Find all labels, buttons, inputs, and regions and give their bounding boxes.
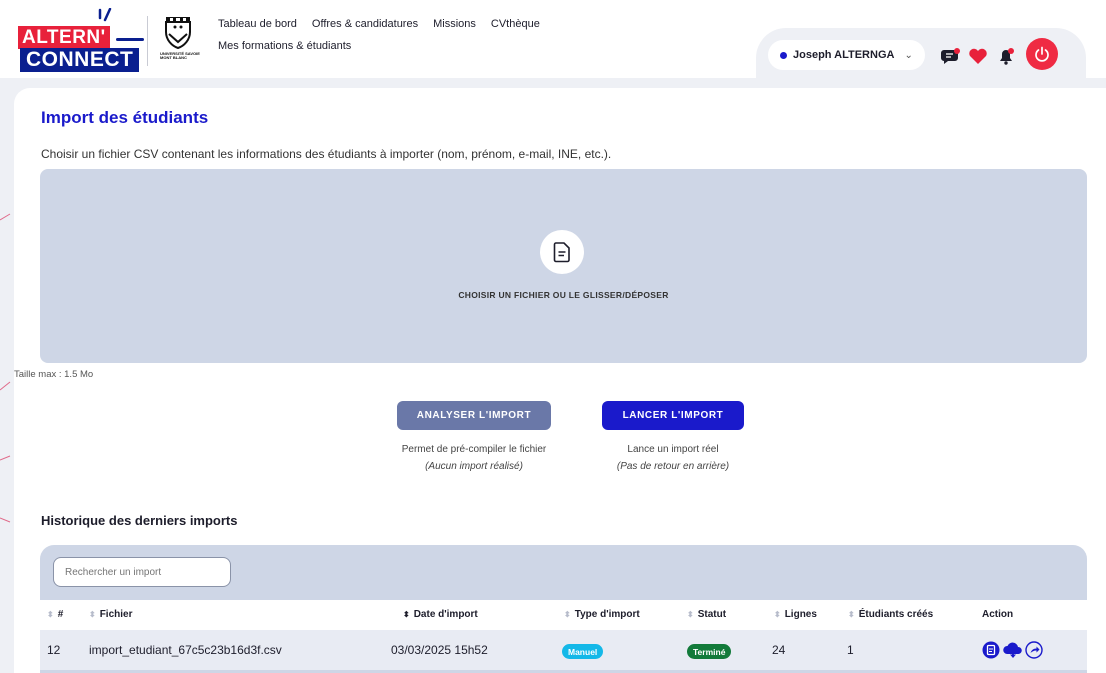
launch-hint-note: (Pas de retour en arrière): [616, 461, 730, 472]
cell-file: import_etudiant_67c5c23b16d3f.csv: [89, 643, 282, 657]
analyse-hint: Permet de pré-compiler le fichier (Aucun…: [374, 441, 574, 475]
sort-icon: ⬍: [89, 610, 96, 619]
dropzone-label: CHOISIR UN FICHIER OU LE GLISSER/DÉPOSER: [458, 290, 669, 300]
table-row: 12 import_etudiant_67c5c23b16d3f.csv 03/…: [40, 630, 1087, 670]
sort-icon: ⬍: [47, 610, 54, 619]
sort-icon: ⬍: [687, 610, 694, 619]
col-date[interactable]: ⬍ Date d'import: [403, 609, 478, 620]
col-created[interactable]: ⬍ Étudiants créés: [848, 609, 933, 620]
cell-lines: 24: [772, 643, 786, 657]
max-size-note: Taille max : 1.5 Mo: [14, 369, 94, 380]
col-type[interactable]: ⬍ Type d'import: [564, 609, 640, 620]
document-icon[interactable]: [982, 641, 1000, 659]
analyse-import-button[interactable]: ANALYSER L'IMPORT: [397, 401, 551, 430]
chevron-down-icon: ⌄: [904, 49, 913, 61]
share-icon[interactable]: [1025, 641, 1043, 659]
col-id[interactable]: ⬍ #: [47, 609, 63, 620]
cell-created: 1: [847, 643, 854, 657]
university-crest-icon: [165, 17, 191, 50]
page-description: Choisir un fichier CSV contenant les inf…: [41, 147, 612, 161]
university-logo: UNIVERSITÉ SAVOIE MONT BLANC: [158, 14, 202, 70]
logo-spark-icon: [98, 8, 112, 22]
search-import-input[interactable]: [53, 557, 231, 587]
analyse-hint-note: (Aucun import réalisé): [425, 461, 523, 472]
col-action: Action: [982, 609, 1014, 620]
import-card: Import des étudiants Choisir un fichier …: [14, 88, 1106, 673]
sort-icon: ⬍: [564, 610, 571, 619]
side-decoration: [0, 213, 11, 523]
launch-hint-text: Lance un import réel: [627, 444, 719, 455]
user-status-dot: [780, 51, 787, 59]
user-name: Joseph ALTERNGA: [793, 49, 895, 61]
chat-icon[interactable]: [938, 44, 962, 68]
user-menu[interactable]: Joseph ALTERNGA ⌄: [768, 40, 925, 70]
launch-hint: Lance un import réel (Pas de retour en a…: [573, 441, 773, 475]
history-title: Historique des derniers imports: [41, 513, 238, 528]
main-nav: Tableau de bord Offres & candidatures Mi…: [218, 18, 540, 62]
altern-connect-logo[interactable]: ALTERN' CONNECT: [18, 8, 144, 74]
nav-missions[interactable]: Missions: [433, 18, 476, 30]
heart-icon[interactable]: [966, 44, 990, 68]
user-area: Joseph ALTERNGA ⌄: [756, 28, 1086, 78]
cell-id: 12: [47, 643, 61, 657]
history-table: ⬍# ⬍Fichier ⬍Date d'import ⬍Type d'impor…: [40, 545, 1087, 673]
file-dropzone[interactable]: CHOISIR UN FICHIER OU LE GLISSER/DÉPOSER: [40, 169, 1087, 363]
sort-desc-icon: ⬍: [403, 610, 410, 619]
cell-date: 03/03/2025 15h52: [391, 643, 488, 657]
col-lines[interactable]: ⬍ Lignes: [774, 609, 817, 620]
status-badge: Terminé: [687, 644, 732, 659]
nav-offers[interactable]: Offres & candidatures: [312, 18, 418, 30]
nav-dashboard[interactable]: Tableau de bord: [218, 18, 297, 30]
cloud-download-icon[interactable]: [1002, 641, 1024, 659]
sort-icon: ⬍: [774, 610, 781, 619]
col-status[interactable]: ⬍ Statut: [687, 609, 726, 620]
logo-dash: [116, 38, 144, 41]
type-badge: Manuel: [562, 644, 604, 659]
page-title: Import des étudiants: [41, 108, 209, 127]
top-header: ALTERN' CONNECT UNIVERSITÉ SAVOIE MONT B…: [0, 0, 1106, 78]
col-file[interactable]: ⬍ Fichier: [89, 609, 133, 620]
university-name: UNIVERSITÉ SAVOIE MONT BLANC: [160, 51, 200, 60]
launch-import-button[interactable]: LANCER L'IMPORT: [602, 401, 744, 430]
file-icon: [540, 230, 584, 274]
logo-line1: ALTERN': [18, 26, 110, 49]
table-header: ⬍ # ⬍ Fichier ⬍ Date d'import ⬍ Type d'impor…: [40, 600, 1087, 630]
nav-formations[interactable]: Mes formations & étudiants: [218, 40, 351, 52]
nav-cvtheque[interactable]: CVthèque: [491, 18, 540, 30]
bell-icon[interactable]: [994, 44, 1018, 68]
power-icon[interactable]: [1026, 38, 1058, 70]
header-divider: [147, 16, 148, 66]
logo-line2: CONNECT: [20, 48, 140, 72]
analyse-hint-text: Permet de pré-compiler le fichier: [401, 444, 547, 455]
sort-icon: ⬍: [848, 610, 855, 619]
